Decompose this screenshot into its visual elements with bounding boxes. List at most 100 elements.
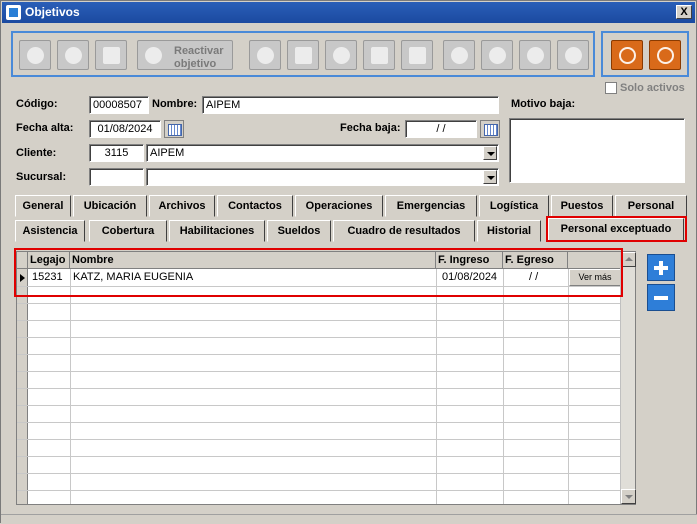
- row-divider: [17, 439, 621, 440]
- col-divider: [568, 269, 569, 504]
- tab-highlight-box: [546, 216, 687, 242]
- cancel-icon: [657, 47, 674, 64]
- row-divider: [17, 320, 621, 321]
- row-indicator-column: [17, 269, 28, 504]
- nombre-field[interactable]: AIPEM: [202, 96, 499, 114]
- report-button[interactable]: [363, 40, 395, 70]
- search-button[interactable]: [249, 40, 281, 70]
- add-button[interactable]: [19, 40, 51, 70]
- objetivos-window: Objetivos X Reactivar objetivo Solo activ…: [0, 0, 697, 524]
- row-divider: [17, 456, 621, 457]
- sucursal-dropdown[interactable]: [146, 168, 499, 186]
- cliente-dropdown[interactable]: AIPEM: [146, 144, 499, 162]
- reactivate-icon: [145, 47, 162, 64]
- tab-operaciones[interactable]: Operaciones: [295, 195, 383, 217]
- col-divider: [436, 269, 437, 504]
- cancel-button[interactable]: [649, 40, 681, 70]
- report-icon: [371, 47, 388, 64]
- nombre-label: Nombre:: [152, 98, 198, 110]
- prev-icon: [489, 47, 506, 64]
- title-bar: Objetivos X: [2, 2, 695, 23]
- next-icon: [527, 47, 544, 64]
- next-record-button[interactable]: [519, 40, 551, 70]
- last-record-button[interactable]: [557, 40, 589, 70]
- fecha-alta-calendar-icon[interactable]: [164, 120, 184, 138]
- scroll-up-icon[interactable]: [621, 252, 636, 267]
- row-divider: [17, 422, 621, 423]
- cliente-dropdown-arrow[interactable]: [483, 146, 497, 160]
- row-divider: [17, 337, 621, 338]
- window-title: Objetivos: [25, 5, 80, 19]
- fecha-alta-field[interactable]: 01/08/2024: [89, 120, 161, 138]
- col-divider: [503, 269, 504, 504]
- tab-historial[interactable]: Historial: [477, 220, 541, 242]
- pencil-icon: [65, 47, 82, 64]
- row-divider: [17, 405, 621, 406]
- codigo-label: Código:: [16, 98, 58, 110]
- motivo-baja-label: Motivo baja:: [511, 98, 576, 110]
- tab-sueldos[interactable]: Sueldos: [267, 220, 331, 242]
- print-button[interactable]: [401, 40, 433, 70]
- search-icon: [257, 47, 274, 64]
- cliente-code-field[interactable]: 3115: [89, 144, 144, 162]
- tab-contactos[interactable]: Contactos: [217, 195, 293, 217]
- filter-icon: [333, 47, 350, 64]
- tab-personal[interactable]: Personal: [615, 195, 687, 217]
- motivo-baja-field[interactable]: [509, 118, 685, 183]
- sucursal-code-field[interactable]: [89, 168, 144, 186]
- row-divider: [17, 303, 621, 304]
- main-toolbar: Reactivar objetivo: [11, 31, 595, 77]
- printer-icon: [409, 47, 426, 64]
- solo-activos-label: Solo activos: [620, 82, 685, 94]
- save-icon: [619, 47, 636, 64]
- add-row-button[interactable]: [647, 254, 675, 281]
- tab-habilitaciones[interactable]: Habilitaciones: [169, 220, 265, 242]
- row-divider: [17, 490, 621, 491]
- first-icon: [451, 47, 468, 64]
- tab-logistica[interactable]: Logística: [479, 195, 549, 217]
- tab-puestos[interactable]: Puestos: [551, 195, 613, 217]
- sort-az-icon: [295, 47, 312, 64]
- last-icon: [565, 47, 582, 64]
- first-record-button[interactable]: [443, 40, 475, 70]
- plus-icon-vertical: [659, 261, 663, 275]
- sucursal-dropdown-arrow[interactable]: [483, 170, 497, 184]
- sucursal-label: Sucursal:: [16, 171, 67, 183]
- cliente-label: Cliente:: [16, 147, 57, 159]
- solo-activos-checkbox[interactable]: [605, 82, 617, 94]
- reactivar-objetivo-button[interactable]: Reactivar objetivo: [137, 40, 233, 70]
- edit-button[interactable]: [57, 40, 89, 70]
- plus-icon: [27, 47, 44, 64]
- grid-highlight-box: [14, 248, 623, 297]
- row-divider: [17, 354, 621, 355]
- filter-button[interactable]: [325, 40, 357, 70]
- reactivar-label: Reactivar objetivo: [174, 45, 224, 71]
- scroll-down-icon[interactable]: [621, 489, 636, 504]
- row-divider: [17, 473, 621, 474]
- prev-record-button[interactable]: [481, 40, 513, 70]
- app-icon: [6, 5, 21, 20]
- delete-button[interactable]: [95, 40, 127, 70]
- tab-general[interactable]: General: [15, 195, 71, 217]
- remove-row-button[interactable]: [647, 284, 675, 311]
- reactivar-line2: objetivo: [174, 58, 217, 70]
- tab-cuadro-de-resultados[interactable]: Cuadro de resultados: [333, 220, 475, 242]
- tab-archivos[interactable]: Archivos: [149, 195, 215, 217]
- fecha-baja-label: Fecha baja:: [340, 122, 401, 134]
- fecha-alta-label: Fecha alta:: [16, 122, 74, 134]
- codigo-field[interactable]: 00008507: [89, 96, 149, 114]
- row-divider: [17, 371, 621, 372]
- delete-icon: [103, 47, 120, 64]
- tab-emergencias[interactable]: Emergencias: [385, 195, 477, 217]
- tab-ubicacion[interactable]: Ubicación: [73, 195, 147, 217]
- tab-cobertura[interactable]: Cobertura: [89, 220, 167, 242]
- action-toolbar: [601, 31, 689, 77]
- reactivar-line1: Reactivar: [174, 45, 224, 57]
- save-button[interactable]: [611, 40, 643, 70]
- sort-button[interactable]: [287, 40, 319, 70]
- row-divider: [17, 388, 621, 389]
- fecha-baja-field[interactable]: / /: [405, 120, 477, 138]
- fecha-baja-calendar-icon[interactable]: [480, 120, 500, 138]
- tab-asistencia[interactable]: Asistencia: [15, 220, 85, 242]
- close-button[interactable]: X: [676, 5, 692, 19]
